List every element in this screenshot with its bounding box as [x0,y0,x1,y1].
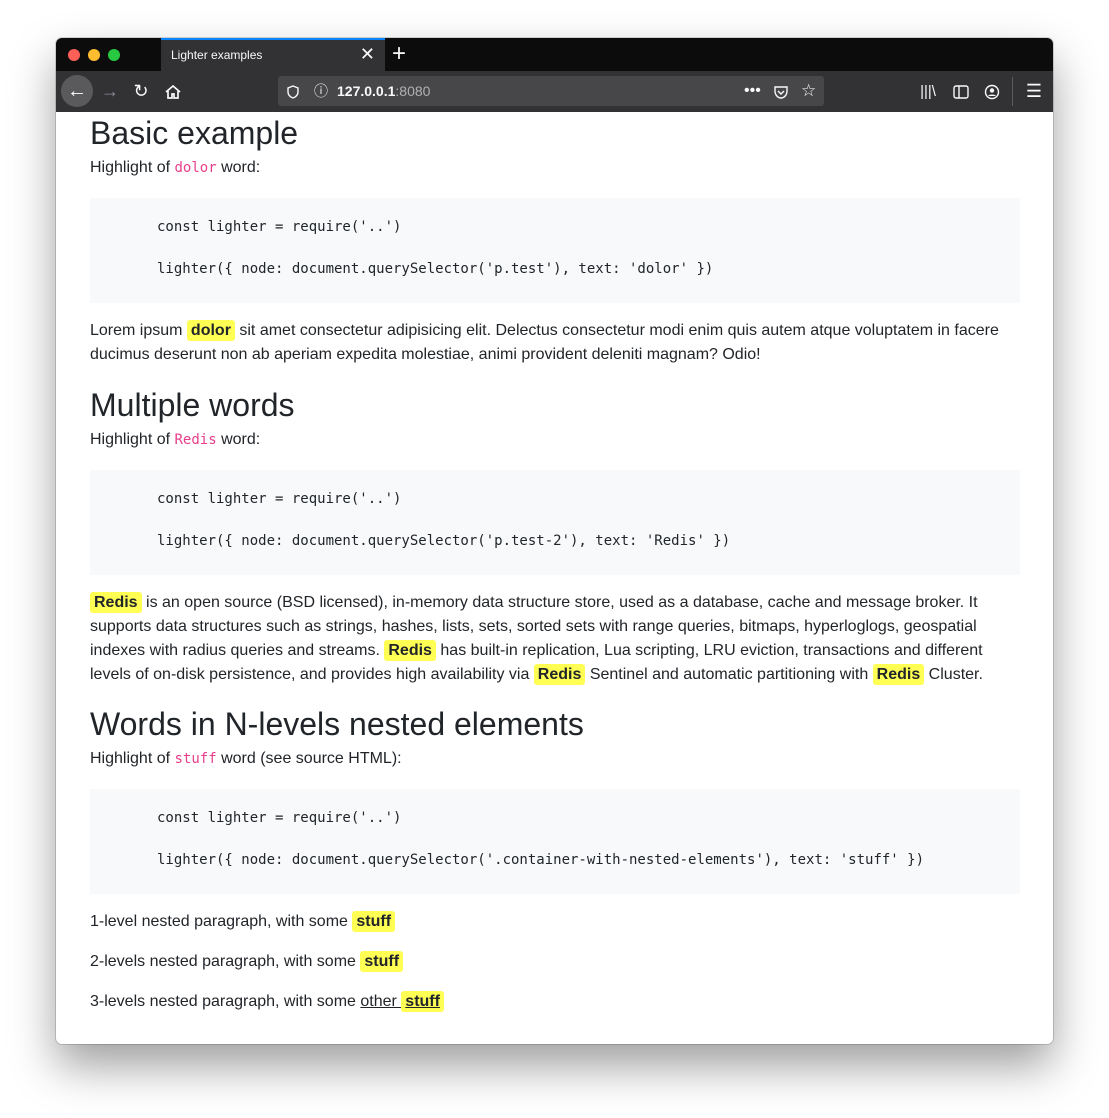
link-text: other [360,993,402,1010]
highlighted-word: Redis [872,664,925,685]
code-block: const lighter = require('..') lighter({ … [90,198,1020,303]
inline-code: dolor [174,160,217,176]
pocket-icon[interactable] [773,76,789,106]
tab-lighter-examples[interactable]: Lighter examples ✕ [161,38,385,71]
info-icon[interactable]: ⓘ [314,76,328,106]
nav-bar: ← → ↻ ⓘ 127.0.0.1:8080 ••• ☆ |||\ ☰ [56,71,1053,112]
intro-prefix: Highlight of [90,750,175,767]
address-bar[interactable]: ⓘ 127.0.0.1:8080 ••• ☆ [278,76,824,106]
toolbar-separator [1012,77,1013,106]
highlighted-word: stuff [352,911,396,932]
url-port: :8080 [395,83,431,99]
code-line: lighter({ node: document.querySelector('… [157,852,925,868]
intro-suffix: word: [216,431,261,448]
bookmark-star-icon[interactable]: ☆ [801,76,816,106]
highlighted-word: Redis [533,664,586,685]
close-tab-icon[interactable]: ✕ [360,44,375,64]
forward-arrow-icon[interactable]: → [99,71,121,112]
intro-prefix: Highlight of [90,431,175,448]
section-title-multiple: Multiple words [90,387,295,423]
code-line: const lighter = require('..') [157,219,402,235]
back-arrow-icon[interactable]: ← [61,75,93,107]
code-block: const lighter = require('..') lighter({ … [90,470,1020,575]
zoom-window-button[interactable] [108,49,120,61]
section-intro: Highlight of Redis word: [90,428,260,452]
close-window-button[interactable] [68,49,80,61]
highlighted-word: stuff [360,951,404,972]
home-icon[interactable] [161,71,185,112]
paragraph-text: Lorem ipsum [90,322,187,339]
sidebar-icon[interactable] [951,71,971,112]
paragraph-text: Sentinel and automatic partitioning with [585,666,873,683]
intro-suffix: word: [216,159,261,176]
section-intro: Highlight of stuff word (see source HTML… [90,747,402,771]
paragraph-text: 2-levels nested paragraph, with some [90,953,361,970]
code-block: const lighter = require('..') lighter({ … [90,789,1020,894]
paragraph-text: Cluster. [924,666,983,683]
intro-prefix: Highlight of [90,159,175,176]
section-title-basic: Basic example [90,115,299,151]
nested-paragraph-1: 1-level nested paragraph, with some stuf… [90,910,396,934]
url-text[interactable]: 127.0.0.1:8080 [337,83,430,99]
paragraph-text: 1-level nested paragraph, with some [90,913,353,930]
section-intro: Highlight of dolor word: [90,156,260,180]
code-line: const lighter = require('..') [157,810,402,826]
example-paragraph: Redis is an open source (BSD licensed), … [90,591,1020,687]
paragraph-text: 3-levels nested paragraph, with some [90,993,361,1010]
browser-window: Lighter examples ✕ + ← → ↻ ⓘ 127.0.0.1:8… [56,38,1053,1044]
code-line: lighter({ node: document.querySelector('… [157,261,714,277]
code-line: const lighter = require('..') [157,491,402,507]
intro-suffix: word (see source HTML): [216,750,402,767]
account-icon[interactable] [982,71,1002,112]
reload-icon[interactable]: ↻ [130,71,152,112]
highlighted-word: Redis [384,640,436,661]
example-paragraph: Lorem ipsum dolor sit amet consectetur a… [90,319,1020,367]
tab-bar: Lighter examples ✕ + [56,38,1053,71]
nested-paragraph-2: 2-levels nested paragraph, with some stu… [90,950,404,974]
highlighted-word: stuff [401,991,444,1012]
highlighted-word: dolor [186,320,235,341]
code-line: lighter({ node: document.querySelector('… [157,533,731,549]
shield-icon[interactable] [286,76,300,106]
inline-code: stuff [174,751,217,767]
url-host: 127.0.0.1 [337,83,396,99]
tab-title: Lighter examples [171,48,263,62]
section-title-nested: Words in N-levels nested elements [90,706,584,742]
nested-link[interactable]: other stuff [360,991,444,1012]
new-tab-icon[interactable]: + [392,40,406,68]
page-actions-icon[interactable]: ••• [744,76,761,106]
inline-code: Redis [174,432,217,448]
library-icon[interactable]: |||\ [918,71,938,112]
highlighted-word: Redis [90,592,142,613]
menu-icon[interactable]: ☰ [1024,71,1044,112]
nested-paragraph-3: 3-levels nested paragraph, with some oth… [90,990,444,1014]
minimize-window-button[interactable] [88,49,100,61]
